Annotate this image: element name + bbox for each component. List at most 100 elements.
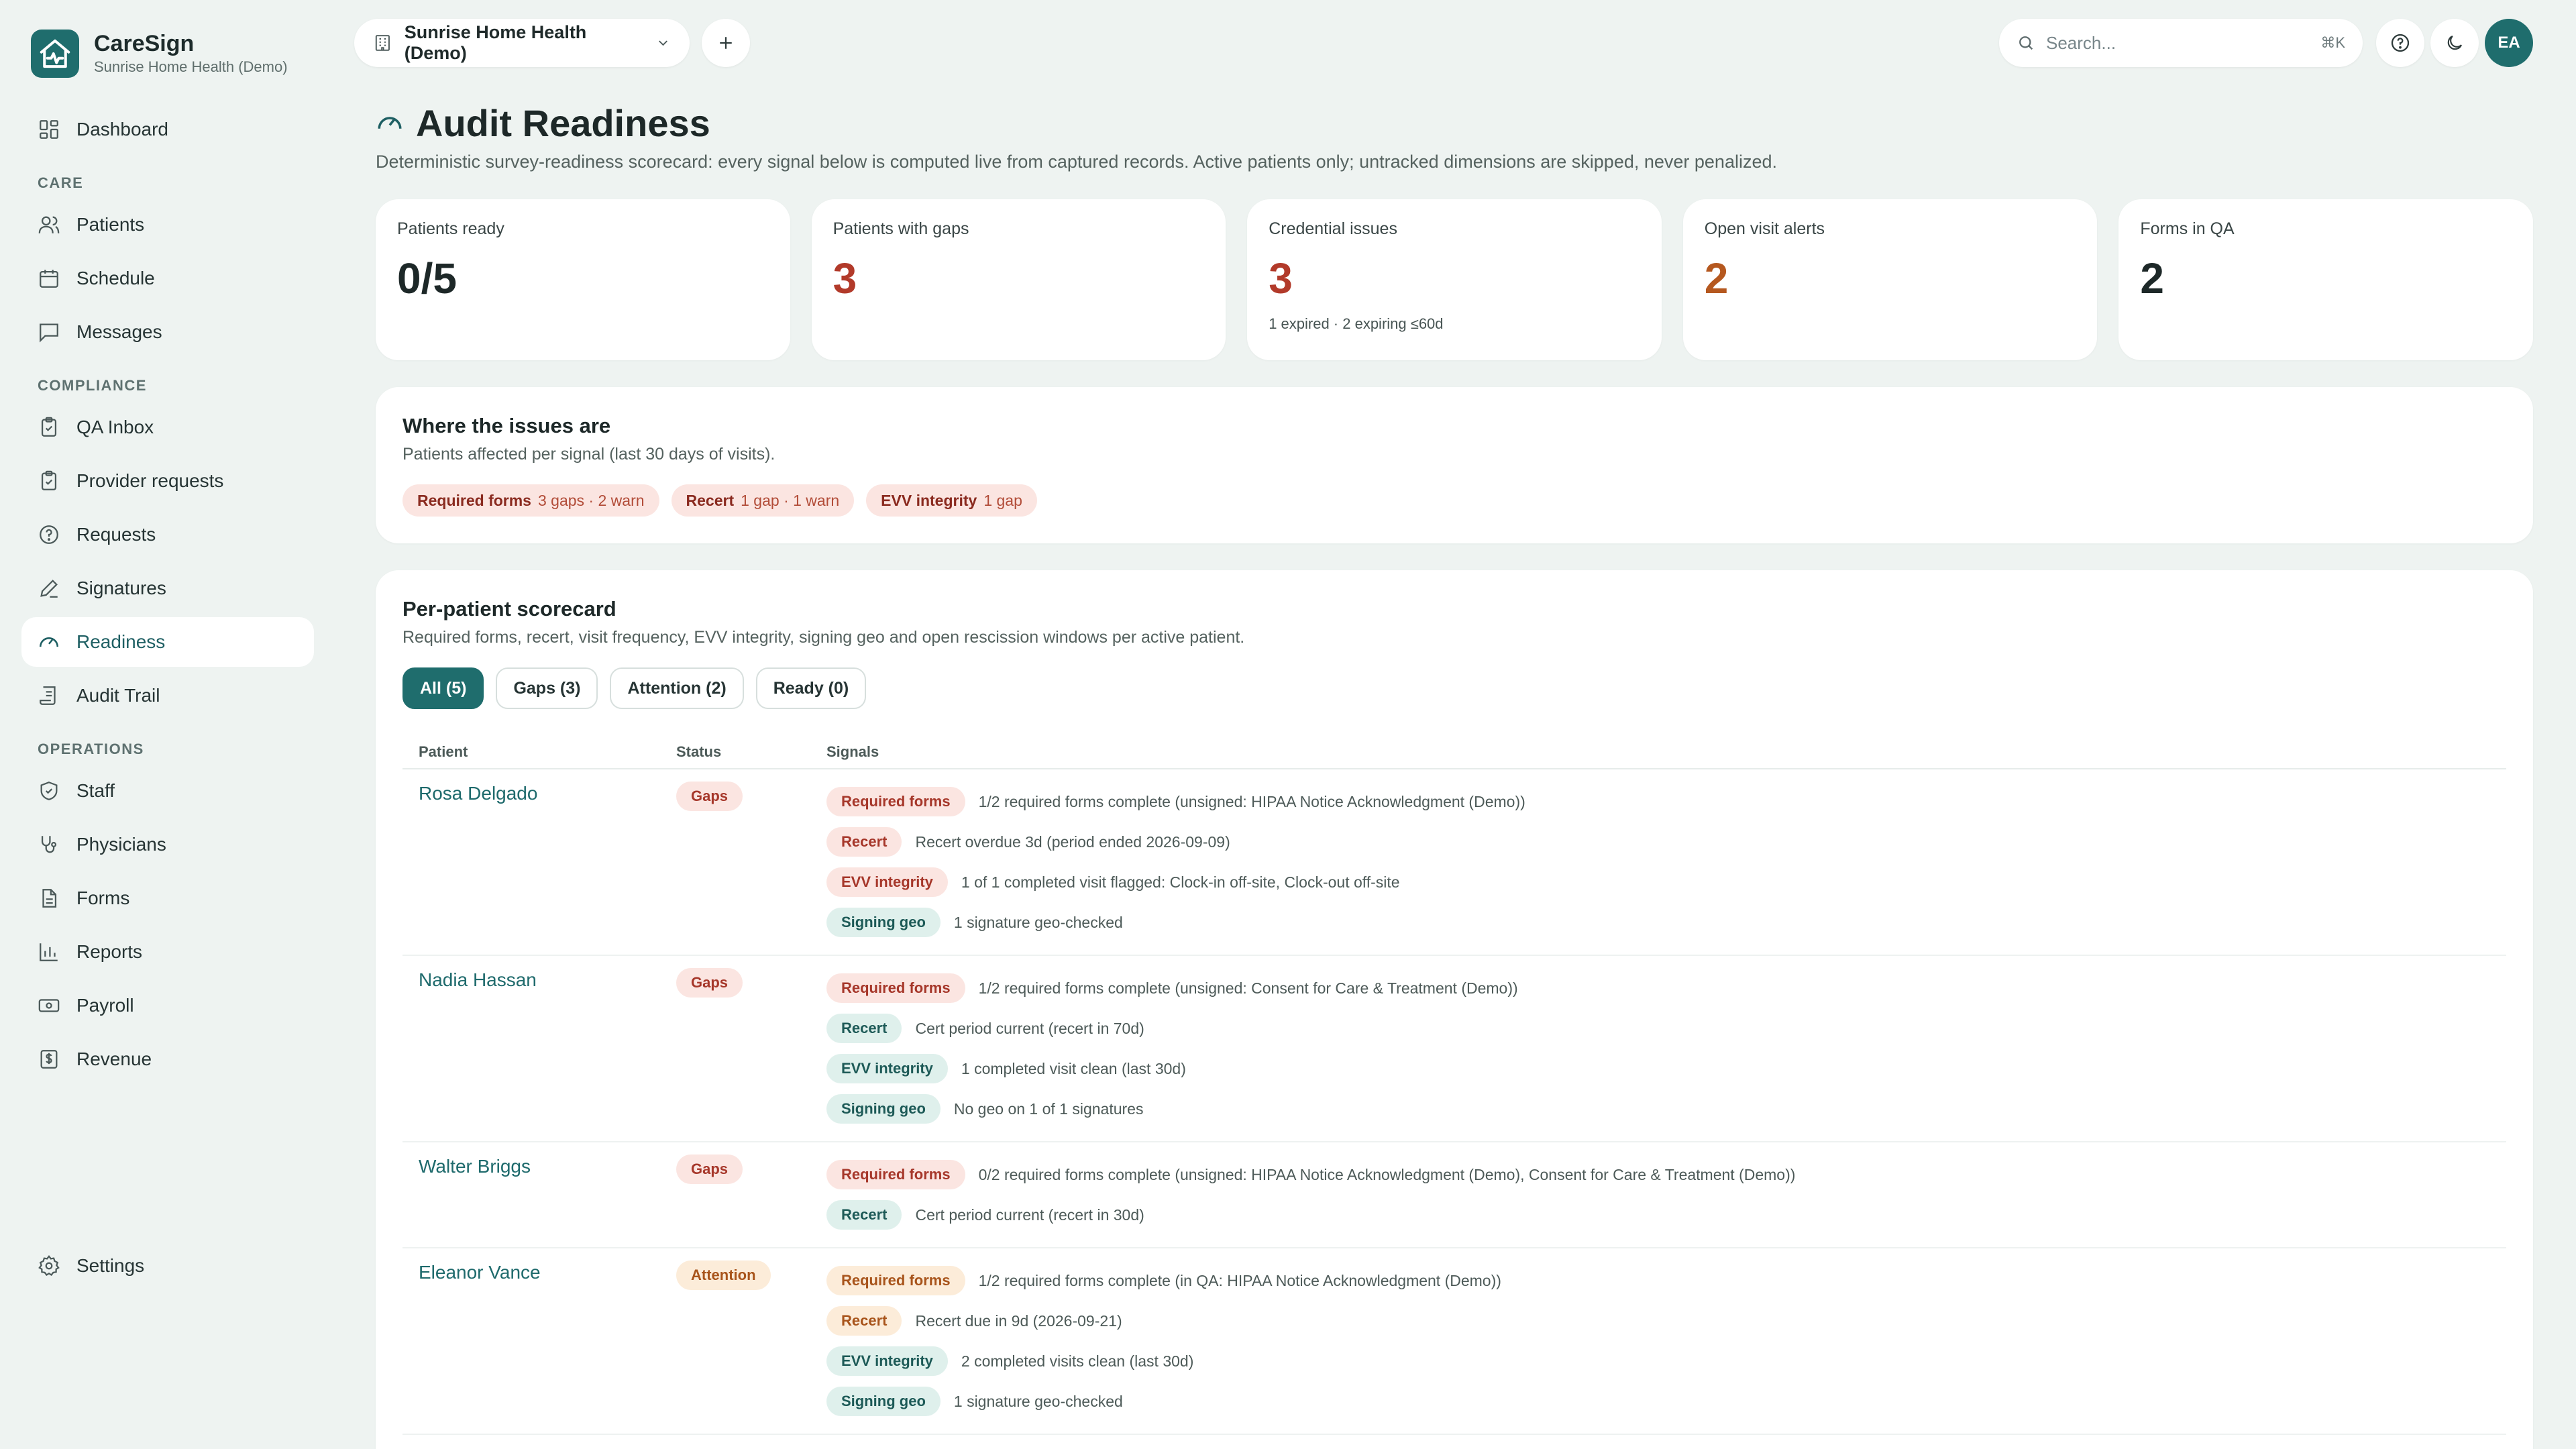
signal-text: 1 signature geo-checked [953, 1392, 1123, 1410]
patient-name-link[interactable]: Eleanor Vance [402, 1260, 676, 1421]
issue-chip-required-forms[interactable]: Required forms 3 gaps · 2 warn [402, 484, 659, 517]
signal-chip: EVV integrity [826, 1054, 948, 1083]
filter-attention[interactable]: Attention (2) [610, 667, 744, 709]
nav-label: Schedule [76, 268, 155, 288]
search-shortcut: ⌘K [2320, 34, 2345, 51]
help-button[interactable] [2376, 19, 2424, 67]
signal-chip: Recert [826, 1200, 902, 1230]
column-header-signals: Signals [826, 743, 879, 760]
nav-label: Audit Trail [76, 685, 160, 706]
sidebar: CareSign Sunrise Home Health (Demo) Dash… [0, 0, 335, 1449]
stethoscope-icon [41, 836, 57, 853]
issue-chip-evv-integrity[interactable]: EVV integrity 1 gap [866, 484, 1037, 517]
filter-all[interactable]: All (5) [402, 667, 484, 709]
table-row: Nadia Hassan Gaps Required forms 1/2 requ… [402, 956, 2506, 1142]
nav-label: Reports [76, 941, 143, 962]
nav-item-schedule[interactable]: Schedule [21, 254, 314, 303]
brand[interactable]: CareSign Sunrise Home Health (Demo) [31, 30, 314, 78]
table-header: Patient Status Signals [402, 736, 2506, 769]
calendar-icon [40, 270, 58, 288]
patient-name-link[interactable]: Rosa Delgado [402, 782, 676, 943]
nav-item-requests[interactable]: Requests [21, 510, 314, 559]
stat-card-patients-ready: Patients ready 0/5 [376, 199, 790, 360]
signal-chip: EVV integrity [826, 867, 948, 897]
nav-label: Requests [76, 524, 156, 545]
signal-text: 1/2 required forms complete (unsigned: C… [978, 979, 1518, 997]
nav-item-forms[interactable]: Forms [21, 873, 314, 923]
column-header-status: Status [676, 743, 722, 760]
stat-subtext: 1 expired · 2 expiring ≤60d [1269, 315, 1444, 332]
search-input[interactable]: Search... ⌘K [1999, 19, 2363, 67]
issues-title: Where the issues are [402, 414, 611, 437]
brand-org: Sunrise Home Health (Demo) [94, 58, 288, 75]
nav-section-care: CARE [38, 174, 84, 191]
stat-card-credential-issues: Credential issues 3 1 expired · 2 expiri… [1247, 199, 1662, 360]
org-switcher-select[interactable]: Sunrise Home Health (Demo) [354, 19, 690, 67]
stat-value: 3 [1269, 254, 1293, 303]
nav-label: Messages [76, 321, 162, 342]
signal-text: 1 of 1 completed visit flagged: Clock-in… [961, 873, 1400, 891]
topbar: Sunrise Home Health (Demo) Search... ⌘K … [354, 19, 2555, 67]
nav-item-signatures[interactable]: Signatures [21, 564, 314, 613]
brand-name: CareSign [94, 31, 195, 56]
user-avatar[interactable]: EA [2485, 19, 2533, 67]
nav-item-reports[interactable]: Reports [21, 927, 314, 977]
patient-name-link[interactable]: Nadia Hassan [402, 968, 676, 1129]
nav-item-physicians[interactable]: Physicians [21, 820, 314, 869]
signal-text: Cert period current (recert in 70d) [915, 1019, 1144, 1037]
nav-item-patients[interactable]: Patients [21, 200, 314, 250]
patients-icon [38, 216, 60, 233]
stat-label: Forms in QA [2140, 219, 2235, 238]
stat-value: 3 [833, 254, 857, 303]
message-icon [40, 323, 58, 343]
help-circle-icon [40, 525, 58, 544]
issue-chip-label: Required forms [417, 491, 531, 509]
nav-item-staff[interactable]: Staff [21, 766, 314, 816]
patient-name-link[interactable]: Walter Briggs [402, 1155, 676, 1235]
nav-item-readiness[interactable]: Readiness [21, 617, 314, 667]
nav-item-dashboard[interactable]: Dashboard [21, 105, 314, 154]
page-description: Deterministic survey-readiness scorecard… [376, 152, 1777, 172]
signal-chip: Signing geo [826, 908, 941, 937]
nav-item-provider-requests[interactable]: Provider requests [21, 456, 314, 506]
nav-item-payroll[interactable]: Payroll [21, 981, 314, 1030]
filter-ready[interactable]: Ready (0) [755, 667, 867, 709]
signal-item: Signing geo No geo on 1 of 1 signatures [826, 1089, 2506, 1129]
gauge-icon [39, 637, 59, 647]
nav-item-qa-inbox[interactable]: QA Inbox [21, 402, 314, 452]
signal-item: Recert Cert period current (recert in 30d… [826, 1195, 2506, 1235]
status-badge: Gaps [676, 968, 743, 998]
filter-gaps[interactable]: Gaps (3) [496, 667, 598, 709]
signal-item: EVV integrity 1 of 1 completed visit flag… [826, 862, 2506, 902]
scroll-icon [40, 686, 56, 705]
nav-label: Staff [76, 780, 115, 801]
nav-item-audit-trail[interactable]: Audit Trail [21, 671, 314, 720]
status-badge: Gaps [676, 782, 743, 811]
add-button[interactable] [702, 19, 750, 67]
nav-item-settings[interactable]: Settings [21, 1241, 314, 1291]
issue-chip-label: Recert [686, 491, 735, 509]
nav-label: Patients [76, 214, 145, 235]
org-switcher-label: Sunrise Home Health (Demo) [404, 22, 587, 63]
clipboard-check-icon [41, 417, 57, 437]
signal-item: Required forms 0/2 required forms complet… [826, 1155, 2506, 1195]
signal-chip: Required forms [826, 1266, 965, 1295]
issue-chip-recert[interactable]: Recert 1 gap · 1 warn [671, 484, 855, 517]
signal-text: 1 signature geo-checked [953, 913, 1123, 931]
signal-text: No geo on 1 of 1 signatures [953, 1099, 1144, 1118]
signal-chip: Signing geo [826, 1387, 941, 1416]
signals-list: Required forms 1/2 required forms complet… [826, 968, 2506, 1129]
theme-toggle-button[interactable] [2430, 19, 2479, 67]
signal-item: Required forms 1/2 required forms complet… [826, 968, 2506, 1008]
column-header-patient: Patient [419, 743, 468, 760]
issue-chip-value: 1 gap · 1 warn [741, 491, 840, 509]
plus-icon [720, 37, 732, 49]
nav-item-revenue[interactable]: Revenue [21, 1034, 314, 1084]
gauge-icon [378, 117, 402, 129]
scorecard-card: Per-patient scorecard Required forms, re… [376, 570, 2533, 1449]
nav-label: QA Inbox [76, 417, 154, 437]
issue-chip-value: 1 gap [983, 491, 1022, 509]
nav-item-messages[interactable]: Messages [21, 307, 314, 357]
signal-chip: Required forms [826, 1160, 965, 1189]
signals-list: Required forms 0/2 required forms complet… [826, 1155, 2506, 1235]
